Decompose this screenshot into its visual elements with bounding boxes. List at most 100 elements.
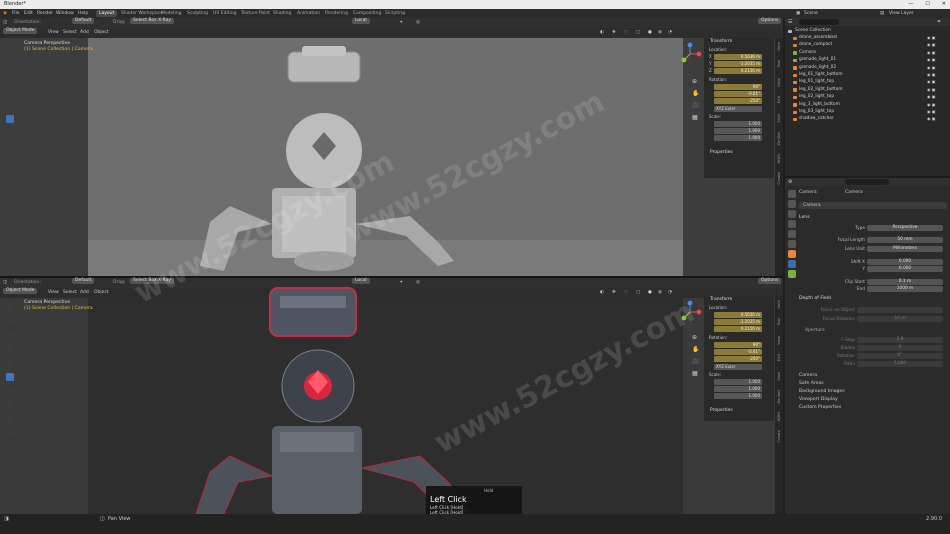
tool-transform[interactable] [6,373,14,381]
tool-measure[interactable] [6,143,14,151]
visibility-toggle-icon[interactable]: ◉ ▣ [927,42,941,48]
rotation-z-field[interactable]: -250° [714,356,762,362]
tool-annotate[interactable] [6,129,14,137]
mode-dropdown[interactable]: Object Mode [3,28,38,34]
tab-create[interactable]: Create [776,430,781,443]
render-properties-tab[interactable] [788,200,796,208]
shading-solid-icon[interactable]: ● [648,288,652,298]
view-layer-properties-tab[interactable] [788,220,796,228]
properties-editor-icon[interactable]: ⚙ [788,179,792,185]
options-dropdown[interactable]: Options [758,278,782,284]
gizmo-icon[interactable]: ✥ [612,288,616,298]
world-properties-tab[interactable] [788,240,796,248]
outliner-item[interactable]: leg_03_light_top ◉ ▣ [785,109,943,115]
rotation-mode-dropdown[interactable]: XYZ Euler [714,106,762,112]
visibility-toggle-icon[interactable]: ◉ ▣ [927,35,941,41]
tab-view[interactable]: View [776,78,781,87]
lens-type-dropdown[interactable]: Perspective [867,225,943,231]
outliner-root[interactable]: Scene Collection [785,28,943,34]
orientation-dropdown[interactable]: Default [72,278,95,284]
tool-select-box[interactable] [6,303,14,311]
tab-animation[interactable]: Animation [294,10,323,17]
scale-y-field[interactable]: 1.000 [714,386,762,392]
location-x-field[interactable]: 0.5636 m [714,54,762,60]
tab-uv-editing[interactable]: UV Editing [210,10,239,17]
shading-solid-icon[interactable]: ● [648,28,652,38]
tab-hdri[interactable]: HDRI [776,412,781,422]
visibility-toggle-icon[interactable]: ◉ ▣ [927,116,941,122]
tab-shot[interactable]: Shot [776,114,781,123]
tab-create[interactable]: Create [776,172,781,185]
scale-z-field[interactable]: 1.000 [714,135,762,141]
perspective-toggle-icon[interactable]: ▦ [692,370,698,377]
tool-annotate[interactable] [6,387,14,395]
background-images-section[interactable]: Background Images [799,389,845,394]
view-layer-selector[interactable]: View Layer [889,9,914,18]
focus-distance-field[interactable]: 10 m [857,316,943,322]
camera-datablock-field[interactable]: Camera [799,202,947,209]
editor-type-icon[interactable]: ◫ [3,278,7,288]
zoom-icon[interactable]: ⊕ [692,334,697,341]
properties-search-input[interactable] [845,179,889,185]
rotation-y-field[interactable]: -0.01° [714,91,762,97]
scale-z-field[interactable]: 1.000 [714,393,762,399]
outliner-item[interactable]: drone_assembled ◉ ▣ [785,35,943,41]
lens-unit-dropdown[interactable]: Millimeters [867,246,943,252]
rotation-z-field[interactable]: -250° [714,98,762,104]
navigation-gizmo[interactable] [678,42,702,66]
object-properties-tab[interactable] [788,250,796,258]
output-properties-tab[interactable] [788,210,796,218]
tab-edit[interactable]: Edit [776,354,781,361]
camera-view-icon[interactable]: 🎥 [692,102,699,109]
tab-hdri[interactable]: HDRI [776,154,781,164]
menu-object[interactable]: Object [94,28,109,38]
camera-section[interactable]: Camera [799,373,817,378]
gizmo-icon[interactable]: ✥ [612,28,616,38]
shading-rendered-icon[interactable]: ◔ [668,288,672,298]
tool-cursor[interactable] [6,59,14,67]
tool-move[interactable] [6,73,14,81]
tab-tool[interactable]: Tool [776,60,781,67]
visibility-toggle-icon[interactable]: ◉ ▣ [927,65,941,71]
shift-x-field[interactable]: 0.000 [867,259,943,265]
ratio-field[interactable]: 1.000 [857,361,943,367]
transform-title[interactable]: Transform [710,39,732,44]
outliner-item[interactable]: leg_02_light_bottom ◉ ▣ [785,87,943,93]
tab-layout[interactable]: Layout [96,10,118,17]
tool-rotate[interactable] [6,345,14,353]
tool-extra[interactable] [6,429,14,437]
lens-section[interactable]: Lens [799,215,810,220]
xray-icon[interactable]: ▢ [636,28,640,38]
shading-rendered-icon[interactable]: ◔ [668,28,672,38]
rotation-x-field[interactable]: 90° [714,342,762,348]
tool-scale[interactable] [6,359,14,367]
properties-title[interactable]: Properties [710,408,733,413]
menu-render[interactable]: Render [37,9,53,18]
visibility-toggle-icon[interactable]: ◉ ▣ [927,94,941,100]
rotation-x-field[interactable]: 90° [714,84,762,90]
tool-add-cube[interactable] [6,157,14,165]
tab-rendering[interactable]: Rendering [322,10,351,17]
tool-select-box[interactable] [6,45,14,53]
tab-view[interactable]: View [776,336,781,345]
outliner-item[interactable]: grenade_light_02 ◉ ▣ [785,65,943,71]
menu-select[interactable]: Select [63,288,77,298]
tab-compositing[interactable]: Compositing [350,10,384,17]
aperture-rotation-field[interactable]: 0° [857,353,943,359]
tool-scale[interactable] [6,101,14,109]
menu-add[interactable]: Add [80,288,89,298]
menu-file[interactable]: File [12,9,20,18]
modifier-properties-tab[interactable] [788,260,796,268]
outliner-item[interactable]: Camera ◉ ▣ [785,50,943,56]
close-icon[interactable]: ✕ [942,0,946,9]
tab-edit[interactable]: Edit [776,96,781,103]
shift-y-field[interactable]: 0.000 [867,266,943,272]
aperture-section[interactable]: Aperture [805,328,825,333]
clip-end-field[interactable]: 1000 m [867,286,943,292]
transform-title[interactable]: Transform [710,297,732,302]
outliner-item[interactable]: leg_3_light_bottom ◉ ▣ [785,102,943,108]
tool-cursor[interactable] [6,317,14,325]
hand-pan-icon[interactable]: ✋ [692,90,699,97]
overlay-icon[interactable]: ◌ [624,288,628,298]
blades-field[interactable]: 0 [857,345,943,351]
